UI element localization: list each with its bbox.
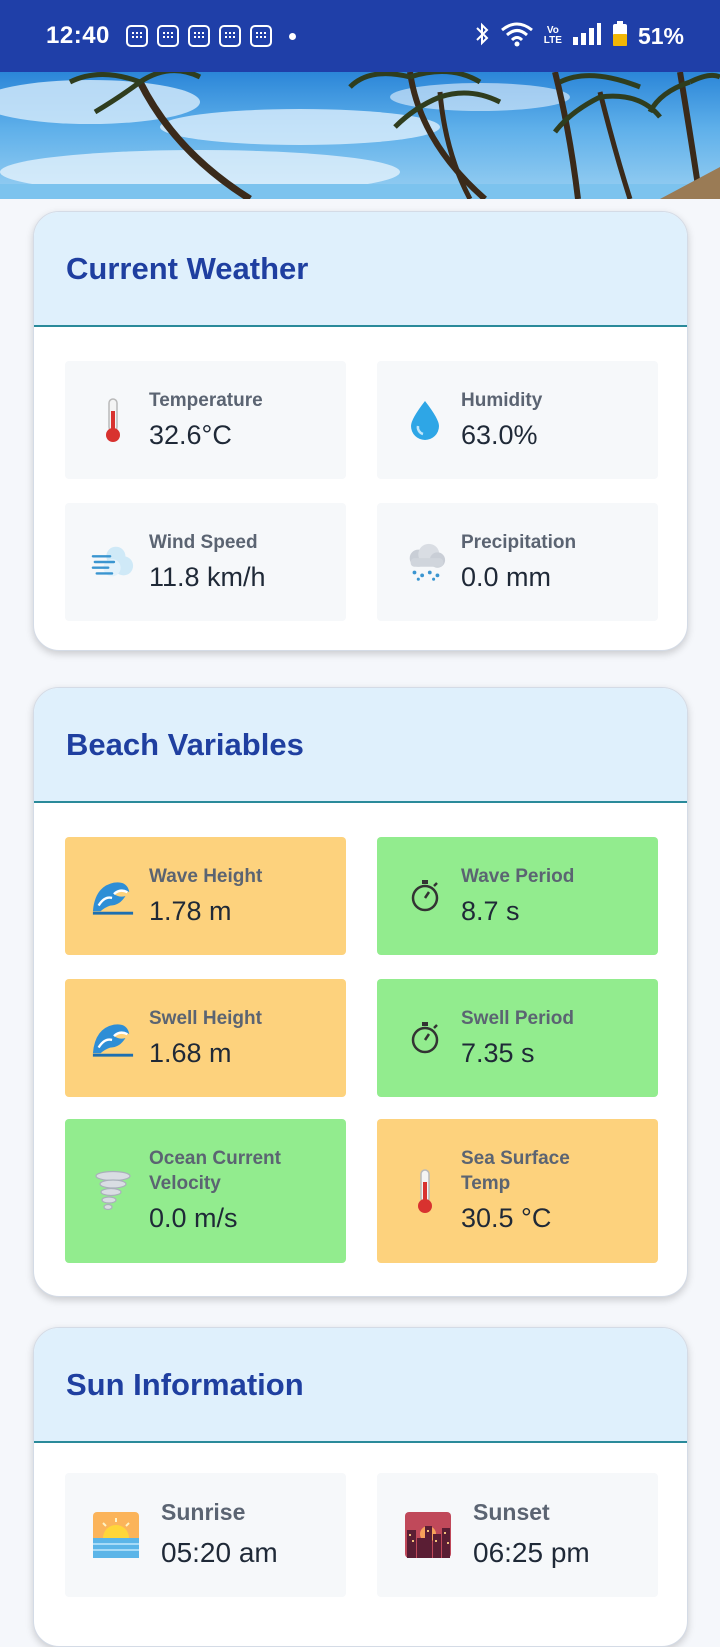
- water-drop-icon: [403, 398, 447, 442]
- tile-value: 7.35 s: [461, 1037, 535, 1068]
- sun-information-header: Sun Information: [34, 1328, 687, 1443]
- signal-icon: [572, 22, 602, 51]
- wave-icon: [91, 1016, 135, 1060]
- tile-label: Sunrise: [161, 1498, 246, 1525]
- notification-icon: [187, 25, 210, 47]
- tile-value: 0.0 m/s: [149, 1203, 238, 1233]
- notification-icon: [249, 25, 272, 47]
- tile-label: Wave Period: [461, 865, 575, 887]
- tile-label: Sunset: [473, 1498, 550, 1525]
- current-weather-header: Current Weather: [34, 212, 687, 327]
- card-title: Sun Information: [66, 1366, 304, 1402]
- thermometer-icon: [91, 398, 135, 442]
- system-icons: Vo LTE 51%: [474, 20, 684, 52]
- sunset-tile: Sunset 06:25 pm: [377, 1473, 658, 1597]
- card-title: Beach Variables: [66, 726, 304, 762]
- bluetooth-icon: [474, 22, 490, 51]
- beach-variables-header: Beach Variables: [34, 688, 687, 803]
- tile-value: 1.68 m: [149, 1037, 232, 1068]
- tile-label: Swell Height: [149, 1007, 262, 1029]
- tile-value: 1.78 m: [149, 895, 232, 926]
- tile-value: 63.0%: [461, 419, 538, 450]
- sunset-city-icon: [403, 1510, 453, 1560]
- tile-label: Precipitation: [461, 531, 577, 553]
- more-notifications-dot: [288, 32, 296, 40]
- notification-icon: [125, 25, 148, 47]
- tile-value: 11.8 km/h: [149, 561, 266, 592]
- stopwatch-icon: [403, 1016, 447, 1060]
- tile-value: 06:25 pm: [473, 1536, 590, 1568]
- tile-label: Wave Height: [149, 865, 263, 887]
- rain-cloud-icon: [403, 540, 447, 584]
- current-weather-card: Current Weather Temperature 32.6°C Humid…: [33, 211, 688, 651]
- status-bar: 12:40 Vo LTE 51%: [0, 0, 720, 72]
- sun-information-card: Sun Information Sunrise 05:20 am Sunset …: [33, 1327, 688, 1647]
- tile-label: Ocean Current Velocity: [149, 1148, 281, 1194]
- tile-value: 30.5 °C: [461, 1203, 552, 1233]
- wind-icon: [91, 540, 135, 584]
- tile-label: Wind Speed: [149, 531, 258, 553]
- battery-icon: [612, 20, 628, 52]
- tile-label: Humidity: [461, 389, 543, 411]
- wind-speed-tile: Wind Speed 11.8 km/h: [65, 503, 346, 621]
- humidity-tile: Humidity 63.0%: [377, 361, 658, 479]
- wifi-icon: [500, 21, 534, 52]
- volte-label: Vo LTE: [543, 25, 562, 46]
- temperature-tile: Temperature 32.6°C: [65, 361, 346, 479]
- tile-label: Temperature: [149, 389, 263, 411]
- sunrise-tile: Sunrise 05:20 am: [65, 1473, 346, 1597]
- notification-icons: [125, 25, 296, 47]
- wave-period-tile: Wave Period 8.7 s: [377, 837, 658, 955]
- ocean-current-velocity-tile: Ocean Current Velocity 0.0 m/s: [65, 1119, 346, 1263]
- sunrise-icon: [91, 1510, 141, 1560]
- notification-icon: [156, 25, 179, 47]
- precipitation-tile: Precipitation 0.0 mm: [377, 503, 658, 621]
- status-time: 12:40: [46, 22, 110, 49]
- tile-value: 05:20 am: [161, 1536, 278, 1568]
- swell-height-tile: Swell Height 1.68 m: [65, 979, 346, 1097]
- beach-banner-image: [0, 72, 720, 199]
- wave-height-tile: Wave Height 1.78 m: [65, 837, 346, 955]
- stopwatch-icon: [403, 874, 447, 918]
- tile-label: Swell Period: [461, 1007, 574, 1029]
- tile-value: 8.7 s: [461, 895, 520, 926]
- sea-surface-temp-tile: Sea Surface Temp 30.5 °C: [377, 1119, 658, 1263]
- volte-indicator: Vo LTE: [544, 26, 562, 46]
- beach-variables-card: Beach Variables Wave Height 1.78 m Wave …: [33, 687, 688, 1297]
- tornado-icon: [91, 1169, 135, 1213]
- wave-icon: [91, 874, 135, 918]
- tile-label: Sea Surface Temp: [461, 1148, 570, 1194]
- notification-icon: [218, 25, 241, 47]
- battery-percent: 51%: [637, 22, 684, 49]
- tile-value: 32.6°C: [149, 419, 232, 450]
- tile-value: 0.0 mm: [461, 561, 552, 592]
- thermometer-icon: [403, 1169, 447, 1213]
- card-title: Current Weather: [66, 250, 309, 286]
- swell-period-tile: Swell Period 7.35 s: [377, 979, 658, 1097]
